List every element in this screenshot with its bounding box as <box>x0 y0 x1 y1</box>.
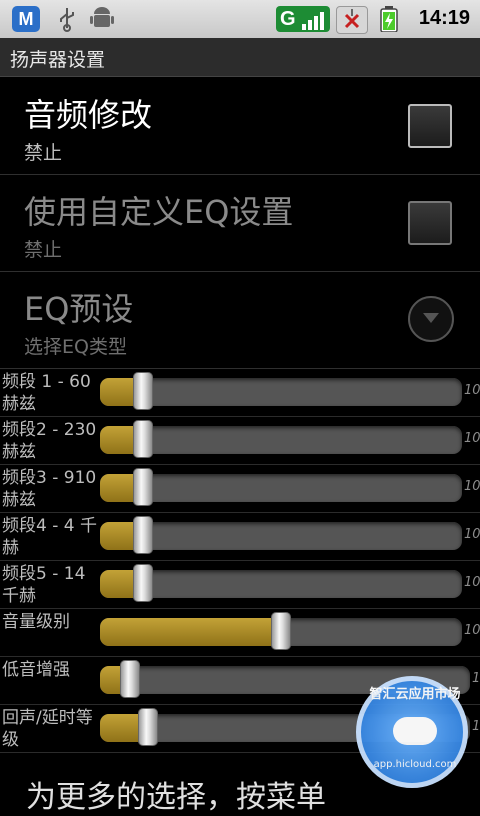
seekbar-label: 低音增强 <box>2 660 70 680</box>
seekbar-thumb[interactable] <box>133 516 154 554</box>
pref-summary: 禁止 <box>24 142 63 164</box>
seekbar-max-label: 10 <box>464 479 480 494</box>
pref-summary: 禁止 <box>24 239 63 261</box>
seekbar-max-label: 1 <box>472 671 480 686</box>
seekbar-label: 音量级别 <box>2 612 70 632</box>
seekbar-row: 频段2 - 230 赫兹 10 <box>0 416 480 465</box>
seekbar-thumb[interactable] <box>138 708 159 746</box>
eq-preset-dropdown[interactable] <box>408 296 454 342</box>
m-app-icon: M <box>12 6 40 32</box>
seekbar-label: 频段4 - 4 千赫 <box>2 516 97 558</box>
network-type-label: G <box>280 8 296 30</box>
seekbar-max-label: 10 <box>464 575 480 590</box>
seekbar-label: 回声/延时等级 <box>2 708 93 750</box>
seekbar-progress <box>100 618 281 646</box>
seekbar-label: 频段5 - 14 千赫 <box>2 564 86 606</box>
seekbar-max-label: 10 <box>464 527 480 542</box>
app-icon-letter: M <box>18 9 34 29</box>
status-bar: M G 14:19 <box>0 0 480 38</box>
seekbar-max-label: 1 <box>472 719 480 734</box>
pref-summary: 选择EQ类型 <box>24 336 127 358</box>
status-time: 14:19 <box>418 7 470 29</box>
seekbar-track[interactable] <box>100 570 462 598</box>
battery-charging-icon <box>380 6 398 32</box>
pref-custom-eq[interactable]: 使用自定义EQ设置 禁止 <box>0 175 480 272</box>
chevron-down-icon <box>423 313 439 323</box>
seekbar-row: 频段3 - 910 赫兹 10 <box>0 464 480 513</box>
audio-mod-checkbox[interactable] <box>408 104 452 148</box>
seekbar-thumb[interactable] <box>133 372 154 410</box>
seekbar-max-label: 10 <box>464 623 480 638</box>
seekbar-max-label: 10 <box>464 383 480 398</box>
seekbar-thumb[interactable] <box>133 468 154 506</box>
pref-title: EQ预设 <box>24 290 134 328</box>
seekbar-row: 频段4 - 4 千赫 10 <box>0 512 480 561</box>
page-title: 扬声器设置 <box>10 49 106 71</box>
seekbar-max-label: 10 <box>464 431 480 446</box>
pref-title: 音频修改 <box>24 96 153 134</box>
seekbar-track[interactable] <box>100 378 462 406</box>
seekbar-thumb[interactable] <box>133 420 154 458</box>
pref-eq-preset[interactable]: EQ预设 选择EQ类型 <box>0 272 480 369</box>
title-bar: 扬声器设置 <box>0 38 480 77</box>
seekbar-track[interactable] <box>100 474 462 502</box>
watermark-url: app.hicloud.com <box>373 759 457 770</box>
android-debug-icon <box>90 7 114 27</box>
seekbar-thumb[interactable] <box>133 564 154 602</box>
network-signal-icon: G <box>276 6 330 32</box>
menu-hint: 为更多的选择，按菜单 <box>26 780 326 815</box>
custom-eq-checkbox[interactable] <box>408 201 452 245</box>
seekbar-row: 频段5 - 14 千赫 10 <box>0 560 480 609</box>
seekbar-thumb[interactable] <box>271 612 291 650</box>
seekbar-label: 频段3 - 910 赫兹 <box>2 468 97 510</box>
watermark-logo: 智汇云应用市场 app.hicloud.com <box>356 676 468 788</box>
cloud-icon <box>393 717 437 745</box>
pref-audio-mod[interactable]: 音频修改 禁止 <box>0 78 480 175</box>
seekbar-thumb[interactable] <box>119 660 140 698</box>
seekbar-row: 音量级别 10 <box>0 608 480 657</box>
seekbar-label: 频段 1 - 60 赫兹 <box>2 372 91 414</box>
seekbar-track[interactable] <box>100 522 462 550</box>
seekbar-track[interactable] <box>100 426 462 454</box>
pref-title: 使用自定义EQ设置 <box>24 193 294 231</box>
watermark-brand: 智汇云应用市场 <box>369 687 461 702</box>
seekbar-label: 频段2 - 230 赫兹 <box>2 420 97 462</box>
sim-card-icon <box>336 6 368 34</box>
seekbar-row: 频段 1 - 60 赫兹 10 <box>0 368 480 417</box>
usb-icon <box>60 8 74 32</box>
